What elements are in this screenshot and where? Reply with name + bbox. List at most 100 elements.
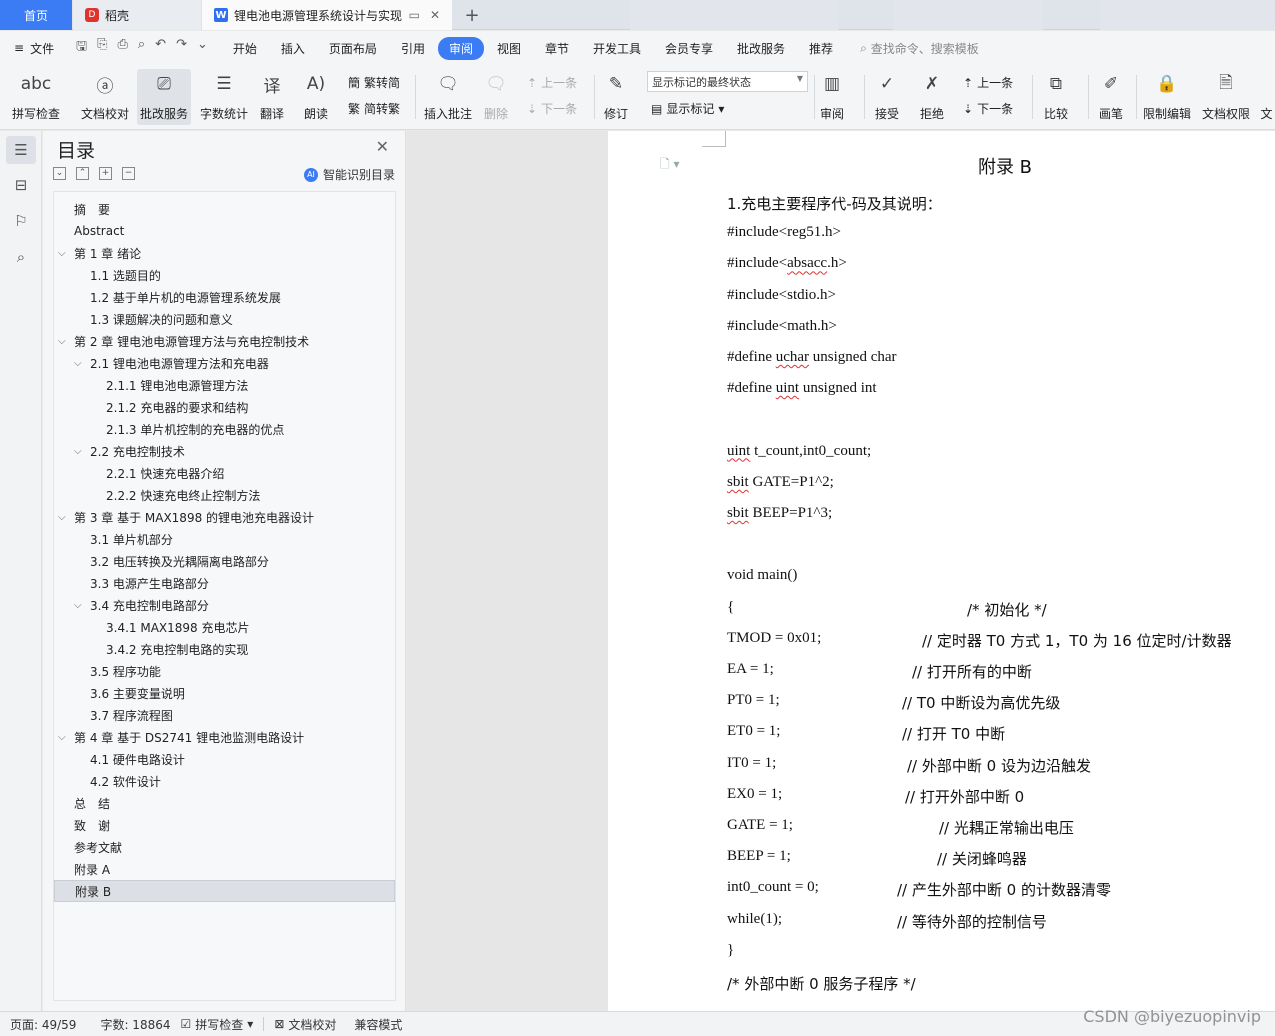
word-count-indicator[interactable]: 字数: 18864	[100, 1016, 170, 1033]
chevron-down-icon[interactable]: ⌵	[58, 512, 70, 523]
chevron-down-icon[interactable]: ⌵	[74, 358, 86, 369]
undo-icon[interactable]: ↶	[155, 37, 166, 59]
save-icon[interactable]: 🖫	[76, 37, 87, 59]
toc-item[interactable]: 2.1.1 锂电池电源管理方法	[54, 374, 395, 396]
command-search[interactable]: ⌕ 查找命令、搜索模板	[860, 40, 979, 57]
search-panel-icon[interactable]: ⌕	[6, 243, 36, 271]
toc-item[interactable]: ⌵ 第 3 章 基于 MAX1898 的锂电池充电器设计	[54, 506, 395, 528]
document-permission-button[interactable]: 🗎 文档权限	[1202, 69, 1250, 122]
toc-item[interactable]: ⌵ 第 2 章 锂电池电源管理方法与充电控制技术	[54, 330, 395, 352]
read-aloud-button[interactable]: A) 朗读	[302, 69, 330, 122]
prev-change-button[interactable]: ⇡ 上一条	[963, 74, 1013, 91]
accept-button[interactable]: ✓ 接受	[873, 69, 901, 122]
window-icon[interactable]: ▭	[409, 8, 420, 22]
next-change-button[interactable]: ⇣ 下一条	[963, 100, 1013, 117]
menu-tab-home[interactable]: 开始	[222, 37, 268, 60]
toc-item[interactable]: 摘 要	[54, 198, 395, 220]
page-indicator[interactable]: 页面: 49/59	[10, 1016, 76, 1033]
menu-tab-layout[interactable]: 页面布局	[318, 37, 388, 60]
close-icon[interactable]: ✕	[376, 137, 389, 156]
toc-item[interactable]: 4.2 软件设计	[54, 770, 395, 792]
cut-off-ribbon-button[interactable]: 文	[1258, 69, 1275, 122]
menu-tab-developer[interactable]: 开发工具	[582, 37, 652, 60]
toc-item[interactable]: 附录 B	[54, 880, 395, 902]
pen-button[interactable]: ✐ 画笔	[1097, 69, 1125, 122]
simp-to-trad-button[interactable]: 繁 简转繁	[348, 100, 400, 117]
review-pane-button[interactable]: ▥ 审阅	[818, 69, 846, 122]
toc-item[interactable]: 1.1 选题目的	[54, 264, 395, 286]
more-icon[interactable]: ⌄	[197, 37, 208, 59]
expand-level-icon[interactable]: ⌃	[76, 167, 89, 180]
chevron-down-icon[interactable]: ⌵	[58, 248, 70, 259]
toc-item[interactable]: 3.4.1 MAX1898 充电芯片	[54, 616, 395, 638]
toc-item[interactable]: ⌵ 2.1 锂电池电源管理方法和充电器	[54, 352, 395, 374]
toc-item[interactable]: 2.2.1 快速充电器介绍	[54, 462, 395, 484]
proofread-status[interactable]: ⊠ 文档校对	[274, 1016, 336, 1033]
tab-document[interactable]: W 锂电池电源管理系统设计与实现 ▭ ✕	[202, 0, 452, 30]
collapse-all-icon[interactable]: ⌄	[53, 167, 66, 180]
toc-item[interactable]: ⌵ 第 1 章 绪论	[54, 242, 395, 264]
toc-item[interactable]: 参考文献	[54, 836, 395, 858]
chevron-down-icon[interactable]: ⌵	[74, 600, 86, 611]
compare-button[interactable]: ⧉ 比较	[1042, 69, 1070, 122]
toc-item[interactable]: 附录 A	[54, 858, 395, 880]
toc-item[interactable]: 3.7 程序流程图	[54, 704, 395, 726]
toc-item[interactable]: 4.1 硬件电路设计	[54, 748, 395, 770]
prev-comment-button[interactable]: ⇡ 上一条	[527, 74, 577, 91]
document-page[interactable]: 🗋 ▾ 附录 B 1.充电主要程序代-码及其说明： #include<reg51.…	[608, 131, 1275, 1011]
toc-item[interactable]: 总 结	[54, 792, 395, 814]
add-tab-button[interactable]: +	[458, 0, 486, 30]
print-preview-icon[interactable]: ⌕	[138, 37, 145, 59]
redo-icon[interactable]: ↷	[176, 37, 187, 59]
menu-tab-review-service[interactable]: 批改服务	[726, 37, 796, 60]
toc-item[interactable]: 3.6 主要变量说明	[54, 682, 395, 704]
toc-item[interactable]: ⌵ 第 4 章 基于 DS2741 锂电池监测电路设计	[54, 726, 395, 748]
menu-tab-insert[interactable]: 插入	[270, 37, 316, 60]
smart-toc-button[interactable]: AI 智能识别目录	[303, 166, 395, 183]
menu-tab-recommend[interactable]: 推荐	[798, 37, 844, 60]
remove-heading-icon[interactable]: −	[122, 167, 135, 180]
toc-item[interactable]: ⌵ 3.4 充电控制电路部分	[54, 594, 395, 616]
paragraph-format-icon[interactable]: 🗋 ▾	[660, 155, 680, 176]
bookmark-icon[interactable]: ⚐	[6, 207, 36, 235]
menu-tab-review[interactable]: 审阅	[437, 36, 484, 60]
toc-item[interactable]: 3.4.2 充电控制电路的实现	[54, 638, 395, 660]
toc-item[interactable]: 2.2.2 快速充电终止控制方法	[54, 484, 395, 506]
close-tab-icon[interactable]: ✕	[430, 8, 440, 22]
toc-item[interactable]: Abstract	[54, 220, 395, 242]
chevron-down-icon[interactable]: ⌵	[58, 732, 70, 743]
trad-to-simp-button[interactable]: 簡 繁转简	[348, 74, 400, 91]
add-heading-icon[interactable]: +	[99, 167, 112, 180]
spell-check-status[interactable]: ☑ 拼写检查 ▾	[181, 1016, 254, 1033]
toc-item[interactable]: 1.2 基于单片机的电源管理系统发展	[54, 286, 395, 308]
track-changes-button[interactable]: ✎ 修订	[602, 69, 630, 122]
toc-item[interactable]: 3.5 程序功能	[54, 660, 395, 682]
restrict-editing-button[interactable]: 🔒 限制编辑	[1143, 69, 1191, 122]
word-count-button[interactable]: ☰ 字数统计	[200, 69, 248, 122]
tab-daoke[interactable]: D 稻壳	[73, 0, 201, 30]
navigation-icon[interactable]: ⊟	[6, 171, 36, 199]
menu-tab-view[interactable]: 视图	[486, 37, 532, 60]
toc-item[interactable]: ⌵ 2.2 充电控制技术	[54, 440, 395, 462]
spell-check-button[interactable]: abc 拼写检查	[12, 69, 60, 122]
markup-state-select[interactable]: 显示标记的最终状态 ▼	[647, 71, 808, 92]
insert-comment-button[interactable]: 🗨 插入批注	[424, 69, 472, 122]
toc-item[interactable]: 3.2 电压转换及光耦隔离电路部分	[54, 550, 395, 572]
reject-button[interactable]: ✗ 拒绝	[918, 69, 946, 122]
delete-comment-button[interactable]: 🗨 删除	[482, 69, 510, 122]
menu-tab-section[interactable]: 章节	[534, 37, 580, 60]
tab-home[interactable]: 首页	[0, 0, 72, 30]
chevron-down-icon[interactable]: ⌵	[74, 446, 86, 457]
review-service-button[interactable]: ⎚ 批改服务	[137, 69, 192, 125]
menu-tab-member[interactable]: 会员专享	[654, 37, 724, 60]
toc-panel-icon[interactable]: ☰	[6, 136, 36, 164]
toc-item[interactable]: 3.3 电源产生电路部分	[54, 572, 395, 594]
translate-button[interactable]: 译 翻译	[258, 69, 286, 122]
document-canvas[interactable]: 🗋 ▾ 附录 B 1.充电主要程序代-码及其说明： #include<reg51.…	[407, 131, 1275, 1011]
chevron-down-icon[interactable]: ⌵	[58, 336, 70, 347]
toc-item[interactable]: 1.3 课题解决的问题和意义	[54, 308, 395, 330]
file-menu[interactable]: ≡ 文件	[0, 40, 70, 57]
toc-item[interactable]: 2.1.3 单片机控制的充电器的优点	[54, 418, 395, 440]
proofread-button[interactable]: ⓐ 文档校对	[81, 69, 129, 122]
export-pdf-icon[interactable]: ⎘	[97, 37, 107, 59]
